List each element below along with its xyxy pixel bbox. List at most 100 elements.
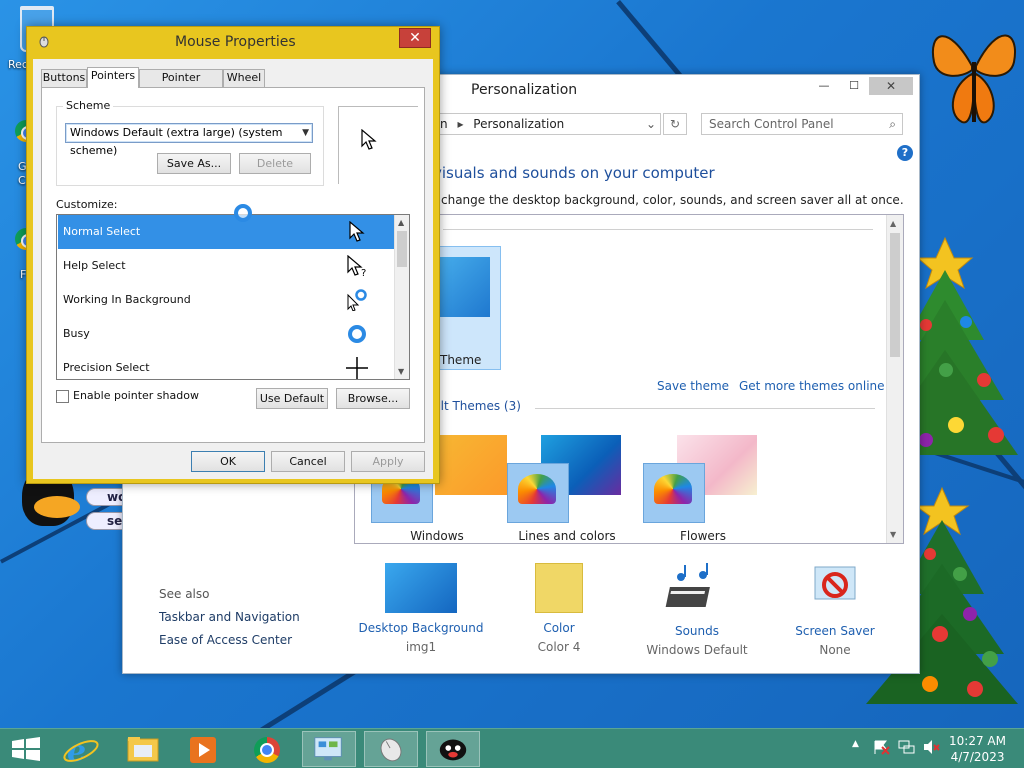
mouse-properties-titlebar[interactable]: Mouse Properties ✕	[27, 27, 439, 57]
help-icon[interactable]: ?	[897, 145, 913, 161]
apply-button[interactable]: Apply	[351, 451, 425, 472]
themes-scrollbar[interactable]: ▲ ▼	[886, 215, 903, 543]
chevron-down-icon[interactable]: ▼	[302, 124, 309, 142]
cursor-row-precision-select[interactable]: Precision Select	[58, 351, 394, 379]
get-more-themes-link[interactable]: Get more themes online	[739, 379, 885, 393]
save-theme-link[interactable]: Save theme	[657, 379, 729, 393]
control-panel-icon[interactable]	[302, 731, 356, 767]
delete-button[interactable]: Delete	[239, 153, 311, 174]
desktop-background-icon	[385, 563, 457, 613]
selected-theme-label: Theme	[440, 353, 482, 367]
pointers-tab-panel: Scheme Windows Default (extra large) (sy…	[41, 87, 425, 443]
tab-pointer-options[interactable]: Pointer Options	[139, 69, 223, 100]
mouse-properties-dialog: Mouse Properties ✕ Buttons Pointers Poin…	[26, 26, 440, 484]
cursor-row-normal-select[interactable]: Normal Select	[58, 215, 394, 249]
mouse-app-icon	[39, 36, 49, 48]
show-hidden-icons-button[interactable]: ▲	[852, 739, 859, 749]
cursor-list[interactable]: Normal Select Help Select ? Working In B…	[56, 214, 410, 380]
color-swatch-icon	[535, 563, 583, 613]
item-title: Desktop Background	[358, 621, 484, 635]
browse-button[interactable]: Browse...	[336, 388, 410, 409]
scroll-down-icon[interactable]: ▼	[890, 530, 896, 539]
palette-icon	[507, 463, 569, 523]
scroll-down-icon[interactable]: ▼	[398, 367, 404, 376]
color-item[interactable]: Color Color 4	[489, 563, 629, 654]
action-center-flag-icon[interactable]	[872, 739, 890, 755]
tab-wheel[interactable]: Wheel	[223, 69, 265, 87]
page-heading: visuals and sounds on your computer	[433, 164, 715, 182]
cursor-label: Normal Select	[63, 225, 141, 238]
item-subtitle: Color 4	[537, 640, 581, 654]
search-icon[interactable]: ⌕	[889, 114, 896, 134]
mouse-properties-taskbar-icon[interactable]	[364, 731, 418, 767]
internet-explorer-icon[interactable]: e	[54, 731, 108, 767]
file-explorer-icon[interactable]	[116, 731, 170, 767]
clock-time: 10:27 AM	[949, 734, 1006, 748]
help-cursor-icon: ?	[347, 255, 366, 277]
cursor-row-busy[interactable]: Busy	[58, 317, 394, 351]
enable-pointer-shadow-checkbox[interactable]	[56, 390, 69, 403]
save-as-button[interactable]: Save As...	[157, 153, 231, 174]
item-title: Screen Saver	[795, 624, 875, 638]
penguin-app-icon[interactable]	[426, 731, 480, 767]
sounds-icon	[665, 563, 710, 607]
scroll-thumb[interactable]	[890, 233, 900, 357]
item-title: Color	[543, 621, 575, 635]
ease-of-access-link[interactable]: Ease of Access Center	[159, 633, 292, 647]
address-fragment: n	[440, 117, 448, 131]
close-button[interactable]: ✕	[399, 28, 431, 48]
theme-label: Flowers	[680, 529, 726, 543]
recycle-bin-label: Rec	[8, 58, 28, 71]
screen-saver-item[interactable]: Screen Saver None	[765, 563, 905, 657]
refresh-button[interactable]: ↻	[663, 113, 687, 135]
breadcrumb-current[interactable]: Personalization	[473, 117, 564, 131]
search-input[interactable]: Search Control Panel ⌕	[701, 113, 903, 135]
scroll-up-icon[interactable]: ▲	[398, 218, 404, 227]
volume-muted-icon[interactable]	[922, 739, 940, 755]
palette-icon	[643, 463, 705, 523]
chevron-down-icon[interactable]: ⌄	[646, 114, 656, 134]
maximize-button[interactable]: ☐	[841, 77, 867, 95]
section-divider	[535, 408, 875, 409]
enable-pointer-shadow-label[interactable]: Enable pointer shadow	[73, 389, 199, 402]
tab-buttons[interactable]: Buttons	[41, 69, 87, 87]
ok-button[interactable]: OK	[191, 451, 265, 472]
taskbar: e ▲ 10:27 AM 4/7/2023	[0, 728, 1024, 768]
chrome-taskbar-button[interactable]	[240, 731, 294, 767]
media-player-icon[interactable]	[176, 731, 230, 767]
cursor-list-scrollbar[interactable]: ▲ ▼	[394, 215, 409, 379]
sounds-item[interactable]: Sounds Windows Default	[627, 563, 767, 657]
item-title: Sounds	[674, 624, 720, 638]
busy-cursor-icon	[234, 204, 252, 222]
start-button-icon[interactable]	[0, 731, 54, 767]
taskbar-navigation-link[interactable]: Taskbar and Navigation	[159, 610, 300, 624]
desktop-background-item[interactable]: Desktop Background img1	[351, 563, 491, 654]
cursor-label: Precision Select	[63, 361, 150, 374]
tab-pointers[interactable]: Pointers	[87, 67, 139, 88]
clock[interactable]: 10:27 AM 4/7/2023	[949, 733, 1006, 765]
scroll-thumb[interactable]	[397, 231, 407, 267]
cursor-label: Working In Background	[63, 293, 191, 306]
dialog-title: Mouse Properties	[175, 34, 296, 50]
section-divider	[443, 229, 873, 230]
cursor-row-help-select[interactable]: Help Select ?	[58, 249, 394, 283]
network-icon[interactable]	[898, 739, 916, 755]
cursor-preview	[338, 106, 418, 184]
minimize-button[interactable]: —	[811, 77, 837, 95]
svg-text:?: ?	[361, 268, 366, 277]
theme-flowers[interactable]: Flowers	[643, 435, 763, 543]
address-bar[interactable]: n ▸ Personalization ⌄	[433, 113, 661, 135]
cursor-label: Busy	[63, 327, 90, 340]
butterfly-icon	[931, 34, 1016, 124]
cancel-button[interactable]: Cancel	[271, 451, 345, 472]
theme-lines-and-colors[interactable]: Lines and colors	[507, 435, 627, 543]
item-subtitle: Windows Default	[646, 643, 748, 657]
clock-date: 4/7/2023	[950, 750, 1005, 764]
use-default-button[interactable]: Use Default	[256, 388, 328, 409]
scheme-dropdown[interactable]: Windows Default (extra large) (system sc…	[65, 123, 313, 157]
scroll-up-icon[interactable]: ▲	[890, 219, 896, 228]
close-button[interactable]: ✕	[869, 77, 913, 95]
working-cursor-icon	[347, 289, 367, 311]
cursor-row-working-in-background[interactable]: Working In Background	[58, 283, 394, 317]
cursor-label: Help Select	[63, 259, 126, 272]
